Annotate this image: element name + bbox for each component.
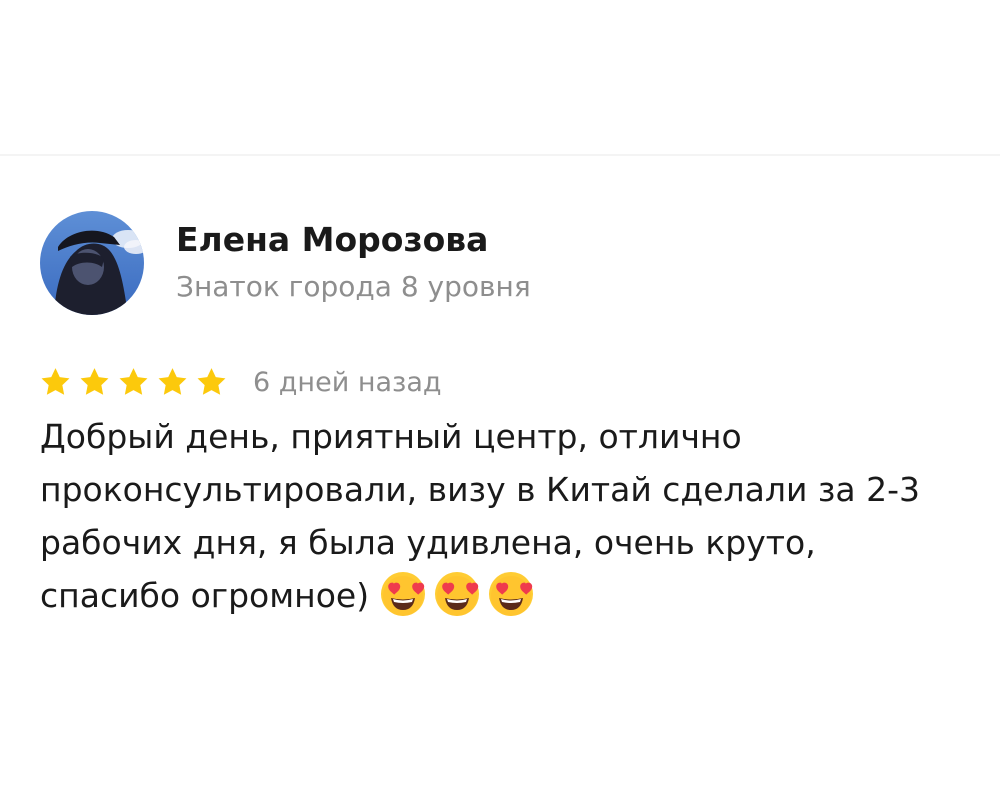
star-icon <box>40 367 71 397</box>
review-text-block: Добрый день, приятный центр, отлично про… <box>40 410 940 622</box>
rating-row: 6 дней назад <box>40 362 960 402</box>
heart-eyes-emoji-icon <box>433 570 481 618</box>
author-row: Елена Морозова Знаток города 8 уровня <box>40 210 960 316</box>
author-name[interactable]: Елена Морозова <box>176 217 531 263</box>
star-rating <box>40 367 227 397</box>
heart-eyes-emoji-icon <box>379 570 427 618</box>
author-info: Елена Морозова Знаток города 8 уровня <box>176 220 531 306</box>
star-icon <box>157 367 188 397</box>
star-icon <box>196 367 227 397</box>
review-date: 6 дней назад <box>253 366 442 398</box>
star-icon <box>118 367 149 397</box>
top-divider <box>0 154 1000 156</box>
heart-eyes-emoji-icon <box>487 570 535 618</box>
review-card: Елена Морозова Знаток города 8 уровня 6 … <box>40 210 960 622</box>
author-level: Знаток города 8 уровня <box>176 269 531 303</box>
author-avatar[interactable] <box>40 211 144 315</box>
star-icon <box>79 367 110 397</box>
emoji-group <box>379 570 535 618</box>
